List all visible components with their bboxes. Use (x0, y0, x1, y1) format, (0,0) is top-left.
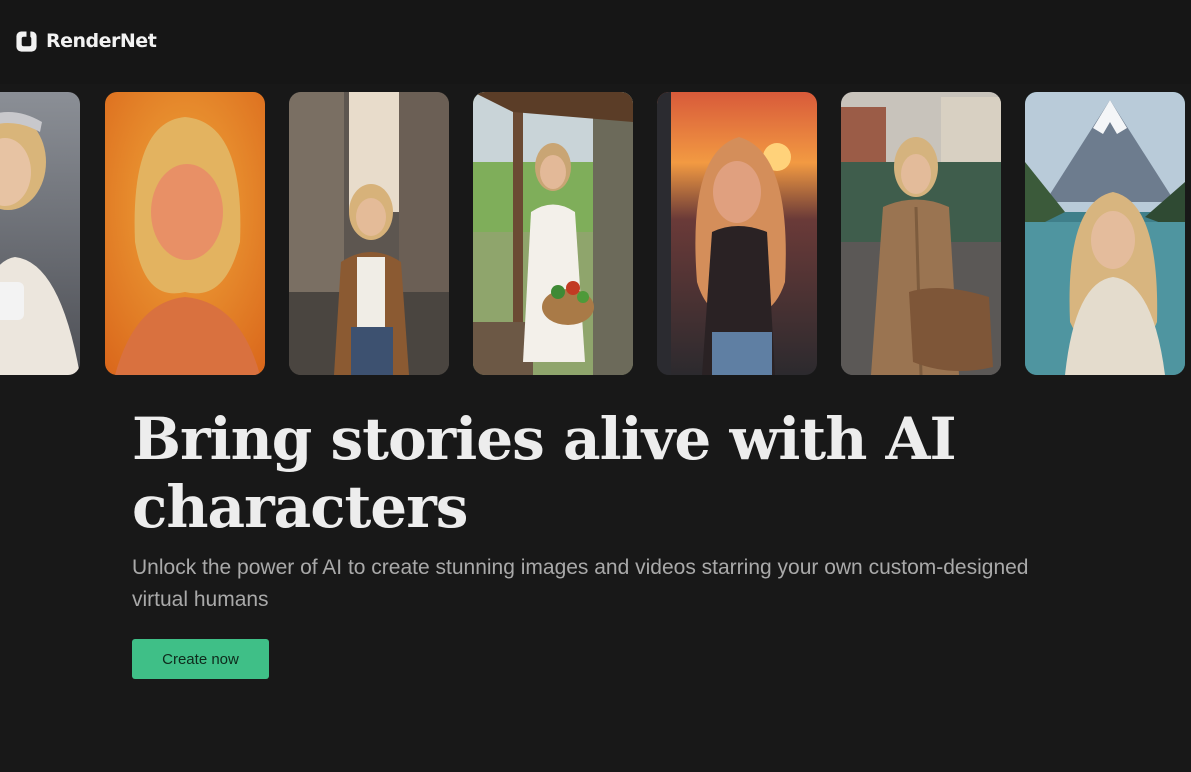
hero-subtitle: Unlock the power of AI to create stunnin… (132, 556, 1029, 611)
character-image (0, 92, 80, 375)
character-image (473, 92, 633, 375)
character-image (657, 92, 817, 375)
create-now-button[interactable]: Create now (132, 639, 269, 679)
gallery-card[interactable] (1025, 92, 1185, 375)
brand-name: RenderNet (46, 30, 157, 52)
character-image (289, 92, 449, 375)
gallery-card[interactable] (105, 92, 265, 375)
character-gallery (0, 92, 1191, 375)
gallery-card[interactable] (657, 92, 817, 375)
gallery-card[interactable] (841, 92, 1001, 375)
gallery-card[interactable] (289, 92, 449, 375)
gallery-card[interactable] (0, 92, 80, 375)
top-bar: RenderNet (0, 0, 1191, 84)
hero-title: Bring stories alive with AI characters (132, 405, 957, 541)
character-image (105, 92, 265, 375)
character-image (841, 92, 1001, 375)
gallery-card[interactable] (473, 92, 633, 375)
character-image (1025, 92, 1185, 375)
rendernet-logo-icon (16, 30, 37, 52)
brand-logo[interactable]: RenderNet (15, 29, 157, 53)
